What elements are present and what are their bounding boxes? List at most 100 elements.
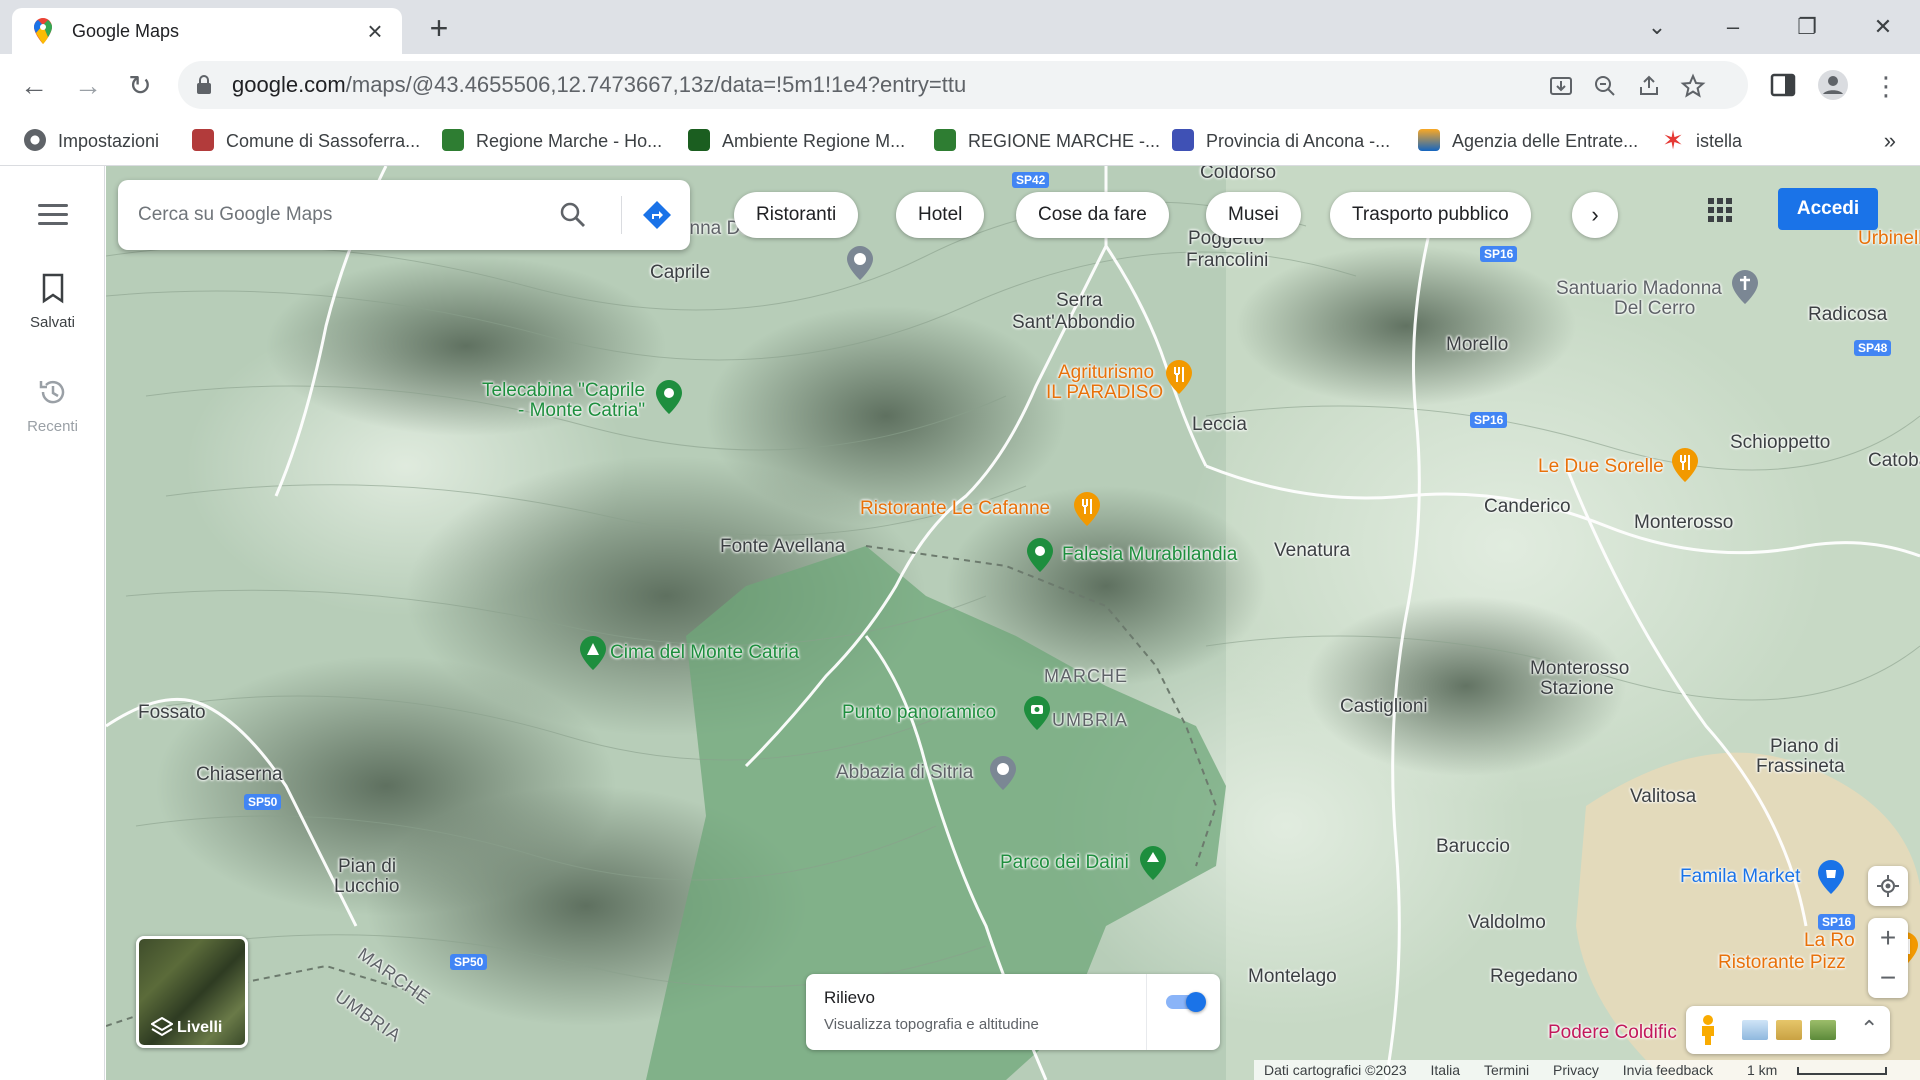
label-il-paradiso[interactable]: IL PARADISO (1046, 382, 1163, 404)
viewpoint-pin-icon[interactable] (1024, 696, 1050, 730)
label-ristorante-cafanne[interactable]: Ristorante Le Cafanne (860, 498, 1050, 520)
bookmark-sassoferrato[interactable]: Comune di Sassoferra... (192, 116, 420, 166)
bookmark-regione-marche[interactable]: Regione Marche - Ho... (442, 116, 662, 166)
label-canderico[interactable]: Canderico (1484, 496, 1571, 518)
chip-public-transport[interactable]: Trasporto pubblico (1330, 192, 1531, 238)
label-fonte-avellana[interactable]: Fonte Avellana (720, 536, 845, 558)
label-falesia[interactable]: Falesia Murabilandia (1062, 544, 1237, 566)
label-punto-panoramico[interactable]: Punto panoramico (842, 702, 996, 724)
bookmark-provincia-ancona[interactable]: Provincia di Ancona -... (1172, 116, 1390, 166)
church-pin-icon[interactable] (847, 246, 873, 280)
bookmark-regione-marche-2[interactable]: REGIONE MARCHE -... (934, 116, 1160, 166)
label-piano-di[interactable]: Piano di (1770, 736, 1839, 758)
label-fossato[interactable]: Fossato (138, 702, 206, 724)
forward-button[interactable]: → (70, 68, 106, 104)
menu-icon[interactable] (38, 204, 68, 228)
label-castiglioni[interactable]: Castiglioni (1340, 696, 1428, 718)
label-la-ro[interactable]: La Ro (1804, 930, 1855, 952)
label-del-cerro[interactable]: Del Cerro (1614, 298, 1695, 320)
peak-pin-icon[interactable] (580, 636, 606, 670)
label-pian-di[interactable]: Pian di (338, 856, 396, 878)
label-sant-abbondio[interactable]: Sant'Abbondio (1012, 312, 1135, 334)
label-catobag[interactable]: Catobag (1868, 450, 1920, 472)
attribution-country[interactable]: Italia (1431, 1062, 1461, 1078)
address-bar[interactable]: google.com/maps/@43.4655506,12.7473667,1… (178, 61, 1748, 109)
label-regedano[interactable]: Regedano (1490, 966, 1578, 988)
park-pin-icon[interactable] (1140, 846, 1166, 880)
label-telecabina[interactable]: Telecabina "Caprile (482, 380, 645, 402)
label-valdolmo[interactable]: Valdolmo (1468, 912, 1546, 934)
new-tab-button[interactable]: + (422, 12, 456, 46)
label-schioppetto[interactable]: Schioppetto (1730, 432, 1830, 454)
side-panel-icon[interactable] (1766, 68, 1800, 102)
reload-button[interactable]: ↻ (122, 68, 158, 104)
imagery-thumb-icon-2[interactable] (1776, 1020, 1802, 1040)
label-urbinelli[interactable]: Urbinelli M (1858, 228, 1920, 250)
layers-button[interactable]: Livelli (136, 936, 248, 1048)
restaurant-pin-icon[interactable] (1166, 360, 1192, 394)
restore-button[interactable]: ❐ (1790, 10, 1824, 44)
label-montelago[interactable]: Montelago (1248, 966, 1337, 988)
cable-car-pin-icon[interactable] (656, 380, 682, 414)
label-cima-catria[interactable]: Cima del Monte Catria (610, 642, 799, 664)
attribution-privacy[interactable]: Privacy (1553, 1062, 1599, 1078)
attribution-feedback[interactable]: Invia feedback (1623, 1062, 1713, 1078)
map-canvas[interactable]: Coldorso Madonna Del Grottone Caprile Po… (106, 166, 1920, 1080)
sign-in-button[interactable]: Accedi (1778, 188, 1878, 230)
pegman-icon[interactable] (1698, 1014, 1718, 1046)
zoom-out-button[interactable]: − (1868, 958, 1908, 998)
label-abbazia-sitria[interactable]: Abbazia di Sitria (836, 762, 973, 784)
label-caprile[interactable]: Caprile (650, 262, 710, 284)
label-parco-daini[interactable]: Parco dei Daini (1000, 852, 1129, 874)
label-morello[interactable]: Morello (1446, 334, 1508, 356)
label-agriturismo[interactable]: Agriturismo (1058, 362, 1154, 384)
back-button[interactable]: ← (16, 68, 52, 104)
search-icon[interactable] (558, 200, 588, 230)
recent-button[interactable]: Recenti (0, 376, 105, 435)
label-valitosa[interactable]: Valitosa (1630, 786, 1696, 808)
label-serra[interactable]: Serra (1056, 290, 1102, 312)
label-baruccio[interactable]: Baruccio (1436, 836, 1510, 858)
profile-avatar-icon[interactable] (1816, 68, 1850, 102)
climbing-pin-icon[interactable] (1027, 538, 1053, 572)
label-monterosso[interactable]: Monterosso (1634, 512, 1733, 534)
abbey-pin-icon[interactable] (990, 756, 1016, 790)
label-monterosso-stazione[interactable]: Monterosso (1530, 658, 1629, 680)
scale-label[interactable]: 1 km (1737, 1062, 1897, 1078)
google-apps-icon[interactable] (1706, 196, 1734, 224)
chip-hotels[interactable]: Hotel (896, 192, 985, 238)
my-location-button[interactable] (1868, 866, 1908, 906)
browser-tab[interactable]: Google Maps × (12, 8, 402, 54)
shopping-pin-icon[interactable] (1818, 860, 1844, 894)
tab-search-icon[interactable]: ⌄ (1640, 10, 1674, 44)
label-frassineta[interactable]: Frassineta (1756, 756, 1845, 778)
label-ristorante-pizz[interactable]: Ristorante Pizz (1718, 952, 1846, 974)
terrain-toggle[interactable] (1166, 990, 1206, 1012)
restaurant-pin-icon-3[interactable] (1074, 492, 1100, 526)
label-francolini[interactable]: Francolini (1186, 250, 1268, 272)
minimize-button[interactable]: – (1716, 10, 1750, 44)
browser-menu-icon[interactable]: ⋮ (1868, 68, 1904, 104)
chips-next-button[interactable]: › (1572, 192, 1618, 238)
search-input[interactable] (138, 180, 538, 250)
directions-icon[interactable] (642, 200, 672, 230)
zoom-in-button[interactable]: + (1868, 918, 1908, 958)
chevron-up-icon[interactable]: ⌃ (1860, 1016, 1878, 1042)
bookmark-star-icon[interactable] (1680, 73, 1706, 99)
imagery-thumb-icon-3[interactable] (1810, 1020, 1836, 1040)
label-venatura[interactable]: Venatura (1274, 540, 1350, 562)
label-leccia[interactable]: Leccia (1192, 414, 1247, 436)
imagery-thumb-icon[interactable] (1742, 1020, 1768, 1040)
label-santuario[interactable]: Santuario Madonna (1556, 278, 1722, 300)
bookmark-ambiente-regione[interactable]: Ambiente Regione M... (688, 116, 905, 166)
label-podere[interactable]: Podere Coldific (1548, 1022, 1677, 1044)
label-famila-market[interactable]: Famila Market (1680, 866, 1800, 888)
label-radicosa[interactable]: Radicosa (1808, 304, 1887, 326)
shrine-pin-icon[interactable] (1732, 270, 1758, 304)
restaurant-pin-icon-2[interactable] (1672, 448, 1698, 482)
saved-button[interactable]: Salvati (0, 272, 105, 331)
label-le-due-sorelle[interactable]: Le Due Sorelle (1538, 456, 1664, 478)
chip-museums[interactable]: Musei (1206, 192, 1301, 238)
label-stazione[interactable]: Stazione (1540, 678, 1614, 700)
label-coldorso[interactable]: Coldorso (1200, 166, 1276, 184)
